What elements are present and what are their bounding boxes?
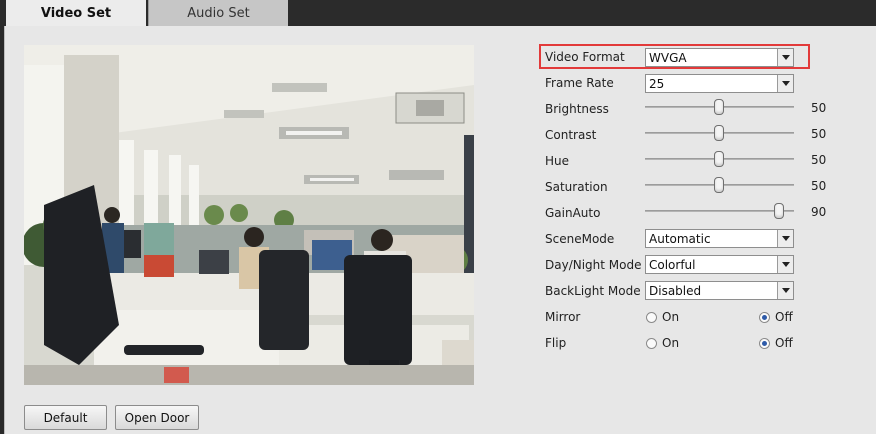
chevron-down-icon[interactable] — [777, 75, 793, 92]
contrast-label: Contrast — [545, 128, 597, 142]
mirror-off-label: Off — [775, 310, 793, 324]
frame-rate-value: 25 — [649, 76, 665, 91]
default-button[interactable]: Default — [24, 405, 107, 430]
backlight-mode-select[interactable]: Disabled — [645, 281, 794, 300]
day-night-mode-value: Colorful — [649, 257, 696, 272]
day-night-mode-label: Day/Night Mode — [545, 258, 642, 272]
backlight-mode-value: Disabled — [649, 283, 702, 298]
tab-bar: Video Set Audio Set — [0, 0, 876, 26]
brightness-label: Brightness — [545, 102, 609, 116]
mirror-label: Mirror — [545, 310, 581, 324]
flip-label: Flip — [545, 336, 567, 350]
video-format-label: Video Format — [545, 50, 625, 64]
chevron-down-icon[interactable] — [777, 256, 793, 273]
hue-slider-thumb[interactable] — [714, 151, 724, 167]
open-door-button[interactable]: Open Door — [115, 405, 199, 430]
tab-video-set[interactable]: Video Set — [6, 0, 146, 26]
mirror-off-radio[interactable] — [759, 312, 770, 323]
brightness-value: 50 — [811, 101, 827, 115]
scene-mode-label: SceneMode — [545, 232, 615, 246]
hue-label: Hue — [545, 154, 570, 168]
chevron-down-icon[interactable] — [777, 49, 793, 66]
chevron-down-icon[interactable] — [777, 230, 793, 247]
brightness-slider-thumb[interactable] — [714, 99, 724, 115]
video-preview — [24, 45, 474, 385]
backlight-mode-label: BackLight Mode — [545, 284, 641, 298]
flip-off-label: Off — [775, 336, 793, 350]
saturation-label: Saturation — [545, 180, 608, 194]
gain-auto-label: GainAuto — [545, 206, 601, 220]
video-format-select[interactable]: WVGA — [645, 48, 794, 67]
hue-value: 50 — [811, 153, 827, 167]
flip-off-radio[interactable] — [759, 338, 770, 349]
flip-on-label: On — [662, 336, 680, 350]
video-format-value: WVGA — [649, 50, 687, 65]
day-night-mode-select[interactable]: Colorful — [645, 255, 794, 274]
saturation-value: 50 — [811, 179, 827, 193]
contrast-slider-thumb[interactable] — [714, 125, 724, 141]
gain-auto-value: 90 — [811, 205, 827, 219]
scene-mode-value: Automatic — [649, 231, 711, 246]
tab-audio-set[interactable]: Audio Set — [148, 0, 288, 26]
gain-auto-slider-thumb[interactable] — [774, 203, 784, 219]
frame-rate-select[interactable]: 25 — [645, 74, 794, 93]
contrast-value: 50 — [811, 127, 827, 141]
scene-mode-select[interactable]: Automatic — [645, 229, 794, 248]
frame-rate-label: Frame Rate — [545, 76, 614, 90]
mirror-on-label: On — [662, 310, 680, 324]
mirror-on-radio[interactable] — [646, 312, 657, 323]
saturation-slider-thumb[interactable] — [714, 177, 724, 193]
gain-auto-slider[interactable] — [645, 210, 794, 212]
chevron-down-icon[interactable] — [777, 282, 793, 299]
flip-on-radio[interactable] — [646, 338, 657, 349]
